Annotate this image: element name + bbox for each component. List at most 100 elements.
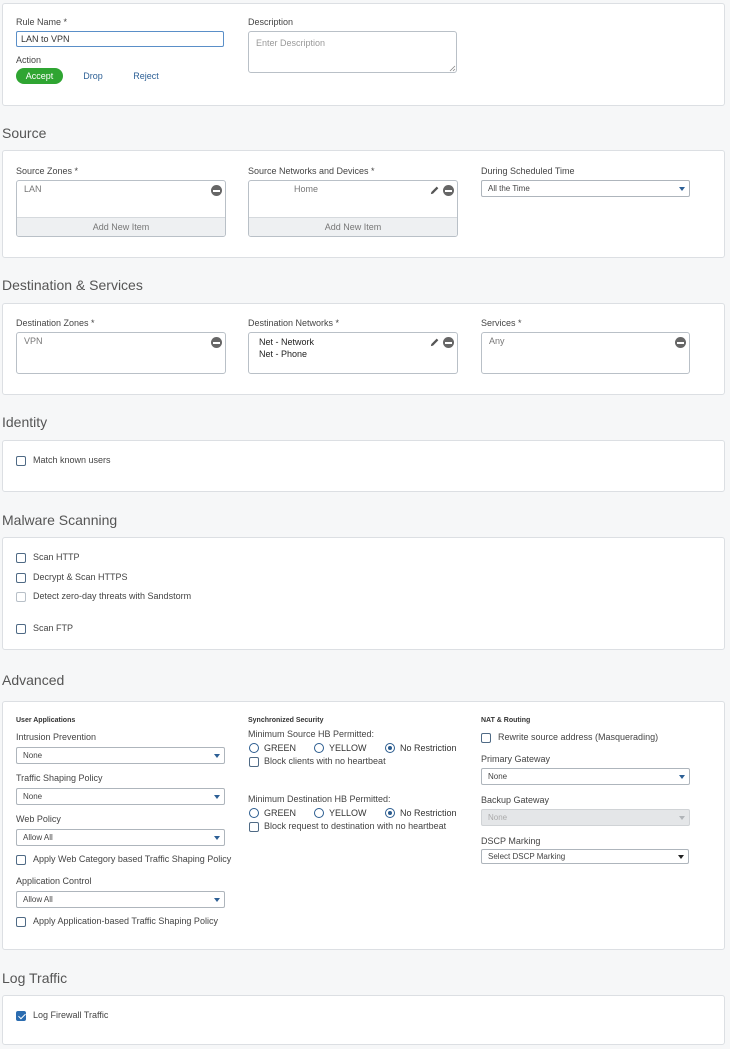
rule-name-input[interactable] (16, 31, 224, 47)
intrusion-prevention-value: None (23, 751, 43, 760)
description-textarea[interactable]: Enter Description (248, 31, 457, 73)
pencil-icon[interactable] (429, 185, 440, 196)
scan-http-label: Scan HTTP (33, 552, 80, 562)
dest-hb-green-label: GREEN (264, 808, 297, 818)
match-known-users-checkbox[interactable] (16, 456, 26, 466)
backup-gateway-select[interactable]: None (481, 809, 690, 826)
dest-hb-yellow-label: YELLOW (329, 808, 367, 818)
destination-zones-list[interactable]: VPN (16, 332, 226, 374)
chevron-down-icon (214, 754, 220, 758)
block-no-heartbeat-checkbox[interactable] (249, 757, 259, 767)
source-hb-green-radio[interactable] (249, 743, 259, 753)
chevron-down-icon (214, 836, 220, 840)
resize-grip-icon[interactable] (449, 65, 456, 72)
block-no-heartbeat-label: Block clients with no heartbeat (264, 756, 386, 766)
log-firewall-label: Log Firewall Traffic (33, 1010, 109, 1020)
rewrite-source-label: Rewrite source address (Masquerading) (498, 732, 659, 742)
source-networks-list[interactable]: Home Add New Item (248, 180, 458, 237)
chevron-down-icon (214, 795, 220, 799)
nat-routing-heading: NAT & Routing (481, 717, 531, 724)
app-shaping-checkbox[interactable] (16, 917, 26, 927)
dest-hb-no-restriction-radio[interactable] (385, 808, 395, 818)
source-hb-green-label: GREEN (264, 743, 297, 753)
min-source-hb-label: Minimum Source HB Permitted: (248, 729, 375, 739)
chevron-down-icon (678, 855, 684, 859)
primary-gateway-value: None (488, 772, 508, 781)
dest-hb-yellow-radio[interactable] (314, 808, 324, 818)
dscp-marking-select[interactable]: Select DSCP Marking (481, 849, 689, 864)
schedule-value: All the Time (488, 184, 530, 193)
remove-icon[interactable] (211, 337, 222, 348)
dest-hb-green-radio[interactable] (249, 808, 259, 818)
log-firewall-checkbox[interactable] (16, 1011, 26, 1021)
dscp-marking-value: Select DSCP Marking (488, 852, 566, 861)
destination-section-title: Destination & Services (2, 277, 143, 293)
source-section-title: Source (2, 125, 47, 141)
traffic-shaping-select[interactable]: None (16, 788, 225, 805)
remove-icon[interactable] (211, 185, 222, 196)
source-zones-label: Source Zones * (16, 166, 79, 176)
add-source-zone-button[interactable]: Add New Item (17, 217, 225, 236)
dest-hb-no-restriction-label: No Restriction (400, 808, 457, 818)
chevron-down-icon (679, 187, 685, 191)
block-dest-no-heartbeat-label: Block request to destination with no hea… (264, 821, 447, 831)
accept-button[interactable]: Accept (16, 68, 63, 84)
source-hb-yellow-label: YELLOW (329, 743, 367, 753)
application-control-value: Allow All (23, 895, 53, 904)
destination-networks-list[interactable]: Net - Network Net - Phone (248, 332, 458, 374)
scan-http-checkbox[interactable] (16, 553, 26, 563)
source-hb-no-restriction-radio[interactable] (385, 743, 395, 753)
destination-zone-item: VPN (24, 336, 43, 346)
intrusion-prevention-select[interactable]: None (16, 747, 225, 764)
schedule-label: During Scheduled Time (481, 166, 575, 176)
source-networks-label: Source Networks and Devices * (248, 166, 375, 176)
user-applications-heading: User Applications (16, 717, 76, 724)
scan-ftp-label: Scan FTP (33, 623, 74, 633)
traffic-shaping-label: Traffic Shaping Policy (16, 773, 103, 783)
block-dest-no-heartbeat-checkbox[interactable] (249, 822, 259, 832)
app-shaping-label: Apply Application-based Traffic Shaping … (33, 916, 218, 926)
reject-button[interactable]: Reject (126, 68, 166, 84)
remove-icon[interactable] (675, 337, 686, 348)
destination-network-item: Net - Network (259, 337, 315, 347)
web-category-shaping-checkbox[interactable] (16, 855, 26, 865)
drop-button[interactable]: Drop (73, 68, 113, 84)
log-panel (2, 995, 725, 1045)
source-network-item: Home (294, 184, 319, 194)
identity-panel (2, 440, 725, 492)
rewrite-source-checkbox[interactable] (481, 733, 491, 743)
source-zone-item: LAN (24, 184, 42, 194)
schedule-select[interactable]: All the Time (481, 180, 690, 197)
application-control-select[interactable]: Allow All (16, 891, 225, 908)
source-hb-no-restriction-label: No Restriction (400, 743, 457, 753)
source-hb-yellow-radio[interactable] (314, 743, 324, 753)
intrusion-prevention-label: Intrusion Prevention (16, 732, 97, 742)
remove-icon[interactable] (443, 185, 454, 196)
backup-gateway-label: Backup Gateway (481, 795, 550, 805)
source-zones-list[interactable]: LAN Add New Item (16, 180, 226, 237)
application-control-label: Application Control (16, 876, 92, 886)
remove-icon[interactable] (443, 337, 454, 348)
chevron-down-icon (214, 898, 220, 902)
web-policy-value: Allow All (23, 833, 53, 842)
log-section-title: Log Traffic (2, 970, 68, 986)
primary-gateway-select[interactable]: None (481, 768, 690, 785)
min-dest-hb-label: Minimum Destination HB Permitted: (248, 794, 391, 804)
services-list[interactable]: Any (481, 332, 690, 374)
synchronized-security-heading: Synchronized Security (248, 717, 324, 724)
sandstorm-label: Detect zero-day threats with Sandstorm (33, 591, 192, 601)
action-label: Action (16, 55, 42, 65)
primary-gateway-label: Primary Gateway (481, 754, 551, 764)
destination-zones-label: Destination Zones * (16, 318, 95, 328)
chevron-down-icon (679, 816, 685, 820)
sandstorm-checkbox[interactable] (16, 592, 26, 602)
match-known-users-label: Match known users (33, 455, 111, 465)
service-item: Any (489, 336, 505, 346)
pencil-icon[interactable] (429, 337, 440, 348)
decrypt-https-checkbox[interactable] (16, 573, 26, 583)
add-source-network-button[interactable]: Add New Item (249, 217, 457, 236)
web-policy-select[interactable]: Allow All (16, 829, 225, 846)
scan-ftp-checkbox[interactable] (16, 624, 26, 634)
chevron-down-icon (679, 775, 685, 779)
web-policy-label: Web Policy (16, 814, 61, 824)
